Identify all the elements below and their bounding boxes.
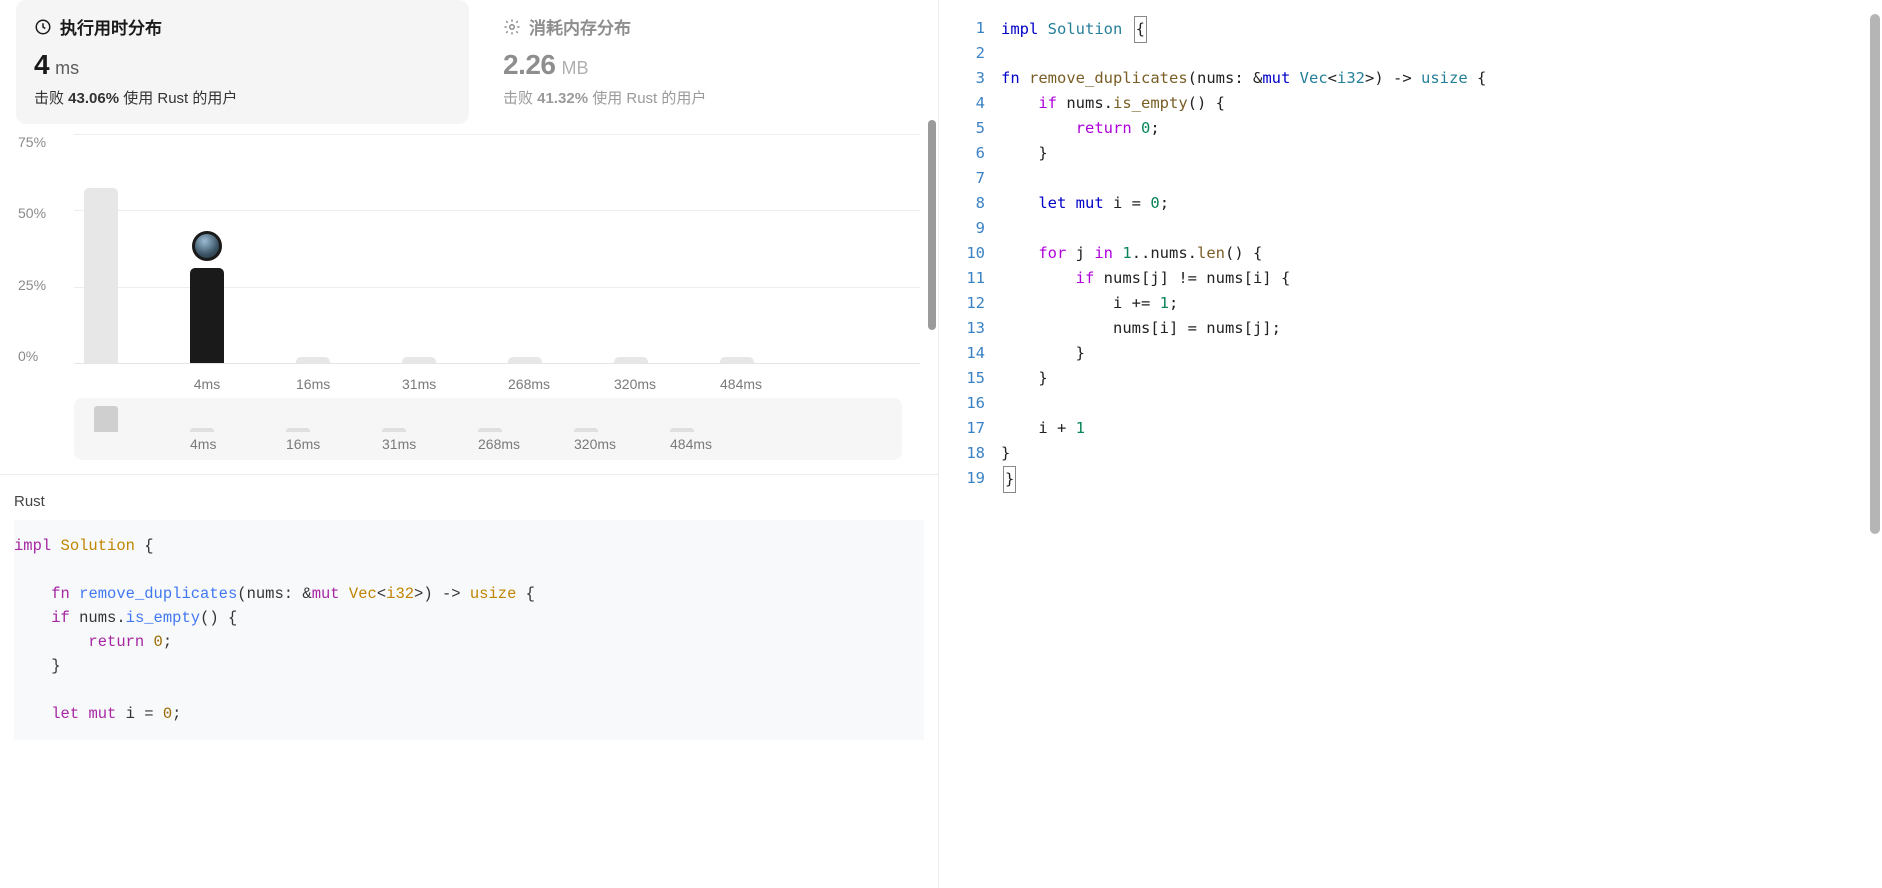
chart-bar[interactable] — [84, 188, 118, 363]
runtime-card-title: 执行用时分布 — [60, 14, 162, 39]
editor-scrollbar[interactable] — [1868, 0, 1882, 888]
chart-bar[interactable] — [720, 357, 754, 363]
chart-y-ticks: 75%50%25%0% — [18, 134, 60, 364]
editor-line-gutter: 12345678910111213141516171819 — [939, 0, 997, 888]
chart-x-ticks: 4ms16ms31ms268ms320ms484ms — [74, 376, 920, 392]
code-editor-pane: 12345678910111213141516171819 impl Solut… — [938, 0, 1882, 888]
chart-bar[interactable] — [508, 357, 542, 363]
memory-value: 2.26 — [503, 49, 556, 81]
gear-icon — [503, 18, 521, 36]
runtime-beat-text: 击败 43.06% 使用 Rust 的用户 — [34, 87, 451, 108]
submission-code-block: Rust impl Solution { fn remove_duplicate… — [0, 474, 938, 740]
editor-body[interactable]: impl Solution {fn remove_duplicates(nums… — [997, 0, 1882, 888]
left-scrollbar[interactable] — [926, 0, 938, 888]
memory-beat-text: 击败 41.32% 使用 Rust 的用户 — [503, 87, 920, 108]
chart-bar[interactable] — [190, 268, 224, 363]
runtime-value: 4 — [34, 49, 49, 81]
clock-icon — [34, 18, 52, 36]
runtime-unit: ms — [55, 58, 79, 79]
code-language-label: Rust — [14, 493, 924, 510]
chart-bar[interactable] — [296, 357, 330, 363]
runtime-distribution-chart: 75%50%25%0% 4ms16ms31ms268ms320ms484ms 4… — [0, 124, 938, 460]
submission-code[interactable]: impl Solution { fn remove_duplicates(num… — [14, 534, 924, 726]
chart-brush[interactable]: 4ms16ms31ms268ms320ms484ms — [74, 398, 902, 460]
chart-bar[interactable] — [614, 357, 648, 363]
memory-unit: MB — [562, 58, 589, 79]
memory-card[interactable]: 消耗内存分布 2.26 MB 击败 41.32% 使用 Rust 的用户 — [485, 0, 938, 124]
user-avatar-marker — [192, 231, 222, 261]
code-editor[interactable]: 12345678910111213141516171819 impl Solut… — [939, 0, 1882, 888]
memory-card-title: 消耗内存分布 — [529, 14, 631, 39]
results-pane: 执行用时分布 4 ms 击败 43.06% 使用 Rust 的用户 消耗内存分布 — [0, 0, 938, 888]
chart-bar[interactable] — [402, 357, 436, 363]
runtime-card[interactable]: 执行用时分布 4 ms 击败 43.06% 使用 Rust 的用户 — [16, 0, 469, 124]
